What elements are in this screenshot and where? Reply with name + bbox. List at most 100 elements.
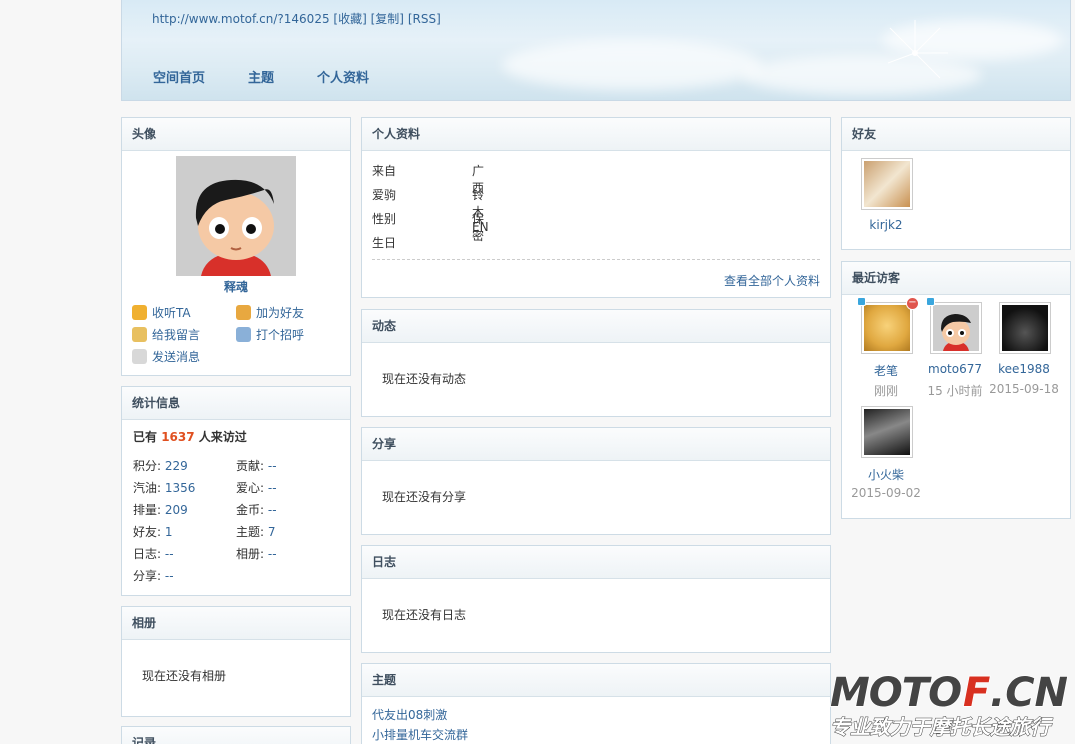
visitor-avatar[interactable] bbox=[999, 302, 1051, 354]
stat-displacement: 排量: 209 bbox=[133, 503, 188, 517]
album-empty-text: 现在还没有相册 bbox=[142, 669, 227, 683]
pencil-icon bbox=[132, 327, 147, 342]
svg-text:F: F bbox=[963, 670, 990, 716]
online-badge-icon bbox=[857, 297, 866, 306]
add-friend-label: 加为好友 bbox=[256, 306, 305, 320]
blog-box-title: 日志 bbox=[362, 546, 830, 579]
visitor-name[interactable]: 小火柴 bbox=[846, 466, 926, 483]
online-badge-icon bbox=[926, 297, 935, 306]
stats-box-title: 统计信息 bbox=[122, 387, 350, 420]
visitor-name[interactable]: 老笔 bbox=[846, 362, 926, 379]
follow-button[interactable]: 收听TA bbox=[132, 304, 191, 321]
svg-text:专业致力于摩托长途旅行: 专业致力于摩托长途旅行 bbox=[830, 715, 1053, 739]
follow-label: 收听TA bbox=[152, 306, 191, 320]
visitors-box: 最近访客 − 老笔 刚刚 moto677 15 小时前 kee1988 2015… bbox=[841, 261, 1071, 519]
visitor-avatar[interactable] bbox=[930, 302, 982, 354]
stat-friends: 好友: 1 bbox=[133, 525, 173, 539]
envelope-icon bbox=[132, 349, 147, 364]
send-message-button[interactable]: 发送消息 bbox=[132, 348, 200, 365]
space-url-line: http://www.motof.cn/?146025 [收藏] [复制] [R… bbox=[152, 10, 441, 27]
svg-text:MOTO: MOTO bbox=[830, 670, 961, 716]
profile-row-gender: 性别 保密 bbox=[372, 212, 485, 243]
space-nav: 空间首页 主题 个人资料 bbox=[153, 67, 412, 86]
share-empty-text: 现在还没有分享 bbox=[382, 490, 467, 504]
visit-suffix: 人来访过 bbox=[198, 430, 247, 444]
nav-space-home[interactable]: 空间首页 bbox=[153, 67, 205, 86]
feed-box: 动态 现在还没有动态 bbox=[361, 309, 831, 417]
visit-count: 1637 bbox=[161, 430, 195, 444]
visitor-avatar[interactable] bbox=[861, 302, 913, 354]
blog-box: 日志 现在还没有日志 bbox=[361, 545, 831, 653]
remove-icon[interactable]: − bbox=[906, 297, 919, 310]
handshake-icon bbox=[236, 305, 251, 320]
greet-icon bbox=[236, 327, 251, 342]
visit-prefix: 已有 bbox=[133, 430, 158, 444]
visitor-time: 15 小时前 bbox=[927, 384, 983, 398]
profile-row-from: 来自 广西 bbox=[372, 164, 485, 195]
feed-box-title: 动态 bbox=[362, 310, 830, 343]
visitor-time: 刚刚 bbox=[873, 384, 898, 398]
stat-love: 爱心: -- bbox=[236, 481, 277, 495]
greet-button[interactable]: 打个招呼 bbox=[236, 326, 304, 343]
visitor-name[interactable]: moto677 bbox=[915, 362, 995, 376]
stat-fuel: 汽油: 1356 bbox=[133, 481, 196, 495]
stat-shares: 分享: -- bbox=[133, 569, 174, 583]
avatar-box-title: 头像 bbox=[122, 118, 350, 151]
stat-albums: 相册: -- bbox=[236, 547, 277, 561]
nav-profile[interactable]: 个人资料 bbox=[317, 67, 369, 86]
friend-name[interactable]: kirjk2 bbox=[846, 218, 926, 232]
blog-empty-text: 现在还没有日志 bbox=[382, 608, 467, 622]
visitor-time: 2015-09-02 bbox=[851, 486, 921, 500]
visitor-time: 2015-09-18 bbox=[989, 382, 1059, 396]
stat-points: 积分: 229 bbox=[133, 459, 188, 473]
space-url-link[interactable]: http://www.motof.cn/?146025 bbox=[152, 12, 330, 26]
profile-row-birthday: 生日 bbox=[372, 236, 397, 250]
greet-label: 打个招呼 bbox=[256, 328, 305, 342]
record-box: 记录 bbox=[121, 726, 351, 744]
avatar-cartoon-icon bbox=[176, 156, 296, 276]
profile-row-bike: 爱驹 铃木EN bbox=[372, 188, 489, 234]
leave-message-label: 给我留言 bbox=[152, 328, 201, 342]
dandelion-icon bbox=[887, 20, 948, 79]
album-box-title: 相册 bbox=[122, 607, 350, 640]
user-avatar[interactable] bbox=[176, 156, 296, 276]
feed-empty-text: 现在还没有动态 bbox=[382, 372, 467, 386]
friend-avatar[interactable] bbox=[861, 158, 913, 210]
follow-icon bbox=[132, 305, 147, 320]
avatar-cartoon-icon bbox=[941, 314, 971, 351]
visitors-box-title: 最近访客 bbox=[842, 262, 1070, 295]
stats-box: 统计信息 已有 1637 人来访过 积分: 229 贡献: -- 汽油: 135… bbox=[121, 386, 351, 596]
view-all-profile-link[interactable]: 查看全部个人资料 bbox=[724, 272, 820, 289]
motof-watermark-logo: MOTO F .CN 专业致力于摩托长途旅行 bbox=[829, 670, 1069, 740]
share-box: 分享 现在还没有分享 bbox=[361, 427, 831, 535]
send-message-label: 发送消息 bbox=[152, 350, 201, 364]
leave-message-button[interactable]: 给我留言 bbox=[132, 326, 200, 343]
stat-blogs: 日志: -- bbox=[133, 547, 174, 561]
avatar-box: 头像 释魂 收听TA 加为好友 给我留言 打个招呼 发送消息 bbox=[121, 117, 351, 376]
copy-link[interactable]: [复制] bbox=[371, 12, 404, 26]
stat-coins: 金币: -- bbox=[236, 503, 277, 517]
share-box-title: 分享 bbox=[362, 428, 830, 461]
topic-box-title: 主题 bbox=[362, 664, 830, 697]
friends-box-title: 好友 bbox=[842, 118, 1070, 151]
profile-box-title: 个人资料 bbox=[362, 118, 830, 151]
topic-link[interactable]: 代友出08刺激 bbox=[372, 706, 447, 723]
user-name[interactable]: 释魂 bbox=[122, 278, 350, 295]
friends-box: 好友 kirjk2 bbox=[841, 117, 1071, 250]
divider bbox=[372, 259, 820, 260]
stat-topics: 主题: 7 bbox=[236, 525, 276, 539]
visitor-avatar[interactable] bbox=[861, 406, 913, 458]
profile-box: 个人资料 来自 广西 爱驹 铃木EN 性别 保密 生日 查看全部个人资料 bbox=[361, 117, 831, 298]
nav-topics[interactable]: 主题 bbox=[248, 67, 274, 86]
space-header: http://www.motof.cn/?146025 [收藏] [复制] [R… bbox=[121, 0, 1071, 101]
add-friend-button[interactable]: 加为好友 bbox=[236, 304, 304, 321]
topic-link[interactable]: 小排量机车交流群 bbox=[372, 726, 468, 743]
record-box-title: 记录 bbox=[122, 727, 350, 744]
album-box: 相册 现在还没有相册 bbox=[121, 606, 351, 717]
svg-text:.CN: .CN bbox=[990, 670, 1068, 716]
bookmark-link[interactable]: [收藏] bbox=[333, 12, 366, 26]
visit-count-line: 已有 1637 人来访过 bbox=[133, 428, 247, 445]
visitor-name[interactable]: kee1988 bbox=[984, 362, 1064, 376]
stat-contribution: 贡献: -- bbox=[236, 459, 277, 473]
rss-link[interactable]: [RSS] bbox=[408, 12, 441, 26]
